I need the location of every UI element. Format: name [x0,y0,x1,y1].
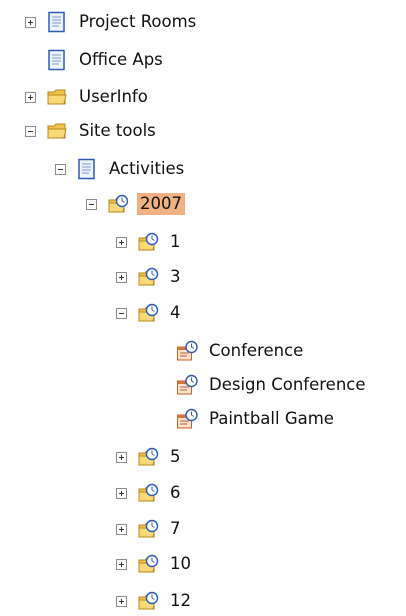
expand-toggle[interactable] [116,558,127,570]
tree-node-label: 1 [170,232,181,251]
event-icon [176,374,198,396]
calendar-folder-icon [137,446,159,468]
tree-node-month-3[interactable]: 3 [116,263,184,291]
tree-node-label: Activities [109,159,185,178]
page-icon [76,158,98,180]
tree-node-label: Site tools [79,121,156,140]
event-icon [176,408,198,430]
tree-node-office-aps[interactable]: Office Aps [25,46,166,74]
tree-node-month-6[interactable]: 6 [116,479,184,507]
tree-node-month-7[interactable]: 7 [116,515,184,543]
calendar-folder-icon [137,266,159,288]
page-icon [46,11,68,33]
tree-node-userinfo[interactable]: UserInfo [25,83,151,111]
expand-toggle[interactable] [116,487,127,499]
tree-view: Project Rooms Office Aps UserInfo Site t… [0,0,406,616]
collapse-toggle[interactable] [86,198,97,210]
tree-node-paintball-game[interactable]: Paintball Game [176,405,337,433]
expand-toggle[interactable] [116,271,127,283]
expand-toggle[interactable] [25,91,36,103]
tree-node-activities[interactable]: Activities [55,155,187,183]
calendar-folder-icon [137,553,159,575]
tree-node-label: 6 [170,483,181,502]
calendar-folder-icon [107,193,129,215]
collapse-toggle[interactable] [25,125,36,137]
calendar-folder-icon [137,302,159,324]
tree-node-project-rooms[interactable]: Project Rooms [25,8,199,36]
tree-node-conference[interactable]: Conference [176,337,306,365]
tree-node-label: 10 [170,554,191,573]
tree-node-month-10[interactable]: 10 [116,550,194,578]
tree-node-month-5[interactable]: 5 [116,443,184,471]
folder-icon [46,86,68,108]
tree-node-label: 12 [170,591,191,610]
event-icon [176,340,198,362]
calendar-folder-icon [137,231,159,253]
tree-node-label: 7 [170,519,181,538]
tree-node-design-conference[interactable]: Design Conference [176,371,369,399]
tree-node-month-12[interactable]: 12 [116,587,194,615]
tree-node-site-tools[interactable]: Site tools [25,117,159,145]
expand-toggle[interactable] [116,523,127,535]
tree-node-label: 4 [170,303,181,322]
tree-node-label: UserInfo [79,87,148,106]
calendar-folder-icon [137,518,159,540]
calendar-folder-icon [137,590,159,612]
folder-icon [46,120,68,142]
tree-node-label: Paintball Game [209,409,334,428]
expand-toggle[interactable] [116,595,127,607]
collapse-toggle[interactable] [55,163,66,175]
tree-node-label: 2007 [137,193,185,215]
tree-node-month-4[interactable]: 4 [116,299,184,327]
expand-toggle[interactable] [116,236,127,248]
expand-toggle[interactable] [25,16,36,28]
tree-node-month-1[interactable]: 1 [116,228,184,256]
tree-node-label: Conference [209,341,304,360]
tree-node-label: 3 [170,267,181,286]
tree-node-2007[interactable]: 2007 [86,190,185,218]
tree-node-label: Design Conference [209,375,366,394]
expand-toggle[interactable] [116,451,127,463]
collapse-toggle[interactable] [116,307,127,319]
tree-node-label: 5 [170,447,181,466]
tree-node-label: Office Aps [79,50,163,69]
tree-node-label: Project Rooms [79,12,197,31]
page-icon [46,49,68,71]
calendar-folder-icon [137,482,159,504]
